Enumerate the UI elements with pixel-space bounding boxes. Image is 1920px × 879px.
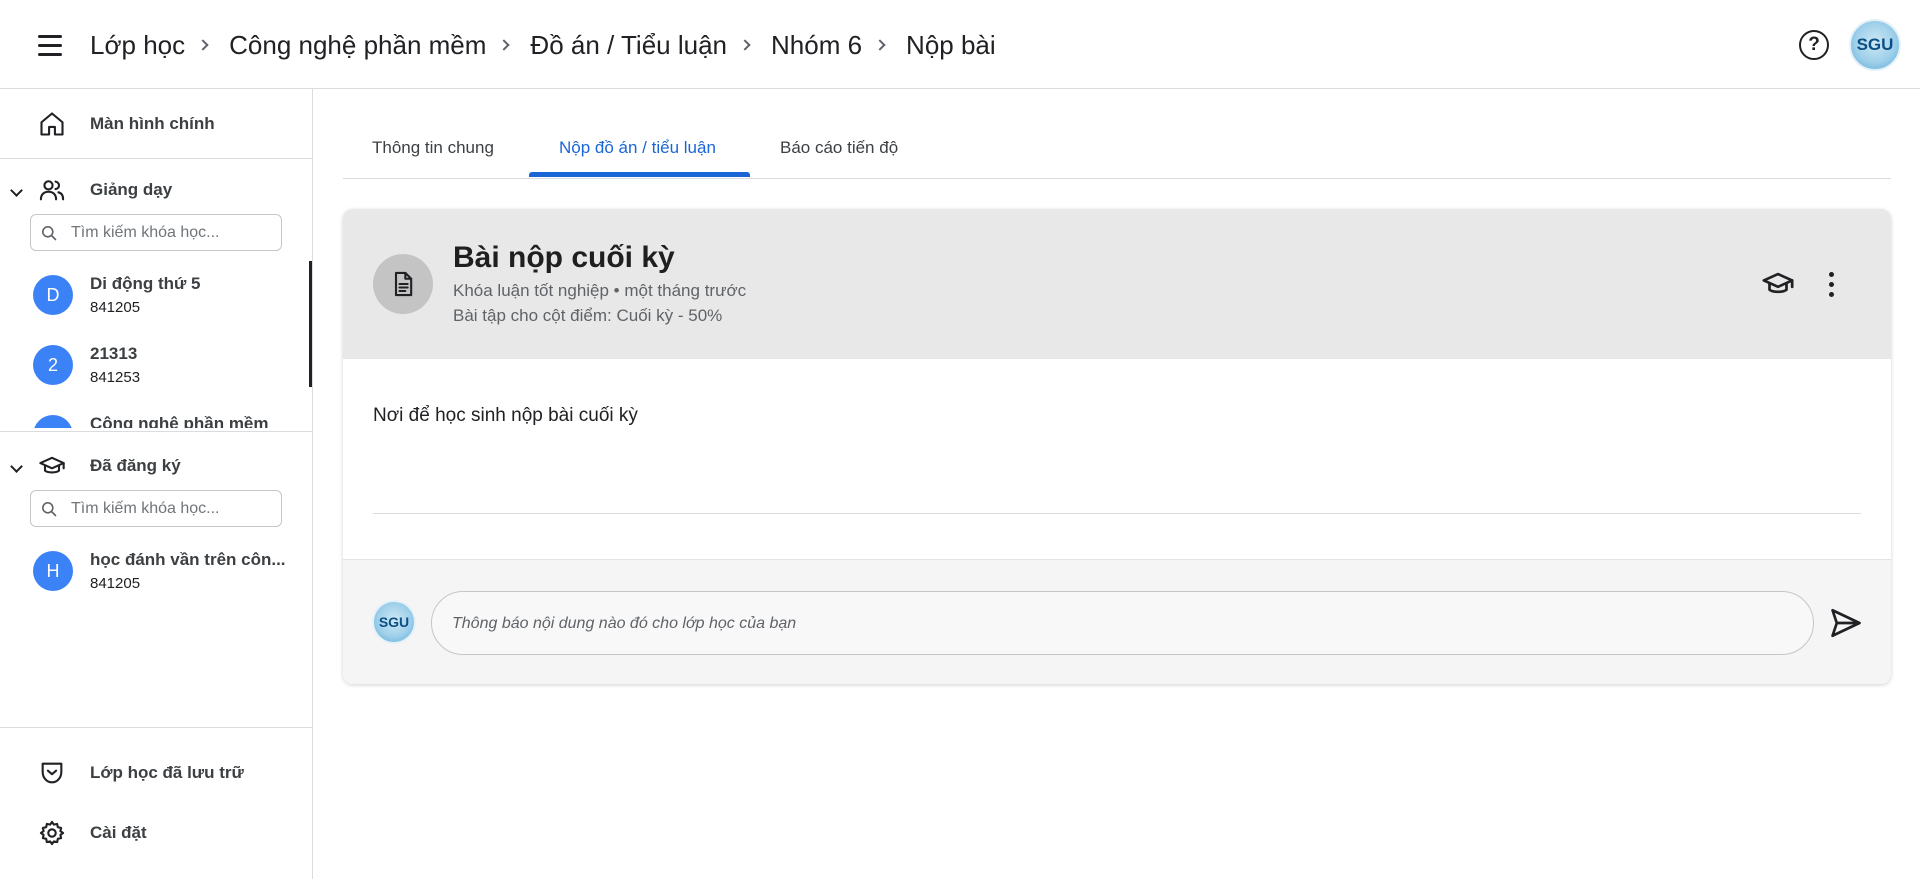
search-icon	[42, 502, 57, 517]
menu-icon[interactable]	[34, 29, 66, 61]
divider	[373, 513, 1861, 514]
course-code: 841205	[90, 575, 141, 592]
breadcrumb: Lớp học Công nghệ phần mềm Đồ án / Tiểu …	[90, 27, 996, 63]
breadcrumb-course[interactable]: Công nghệ phần mềm	[229, 30, 486, 61]
course-avatar: C	[33, 415, 73, 428]
breadcrumb-submit: Nộp bài	[906, 29, 996, 60]
course-avatar: H	[33, 551, 73, 591]
course-name: 21313	[90, 344, 138, 363]
course-name: học đánh vần trên côn...	[90, 550, 286, 569]
course-avatar: D	[33, 275, 73, 315]
course-avatar: 2	[33, 345, 73, 385]
breadcrumb-project[interactable]: Đồ án / Tiểu luận	[530, 30, 727, 61]
user-avatar[interactable]: SGU	[1849, 19, 1901, 71]
home-icon	[40, 111, 64, 136]
sidebar-item-label: Cài đặt	[90, 823, 147, 842]
sidebar-item-course[interactable]: H học đánh vần trên côn... 841205	[0, 536, 312, 606]
assignment-meta: Khóa luận tốt nghiệp • một tháng trước	[453, 281, 747, 300]
sidebar-group-label: Đã đăng ký	[90, 456, 181, 475]
sidebar-item-label: Lớp học đã lưu trữ	[90, 763, 244, 782]
sidebar-item-course[interactable]: 2 21313 841253	[0, 330, 312, 400]
scrollbar[interactable]	[309, 261, 312, 387]
comment-input[interactable]	[452, 611, 1782, 637]
assignment-icon-badge	[373, 254, 433, 314]
course-name: Di động thứ 5	[90, 274, 201, 293]
sidebar-item-course[interactable]: C Công nghệ phần mềm	[0, 400, 312, 428]
divider	[0, 431, 312, 432]
chevron-down-icon	[10, 459, 23, 473]
breadcrumb-classes[interactable]: Lớp học	[90, 30, 185, 61]
comment-field	[431, 591, 1814, 655]
tab-general-info[interactable]: Thông tin chung	[372, 138, 494, 158]
chevron-down-icon	[10, 183, 23, 197]
chevron-right-icon	[498, 39, 511, 51]
top-app-bar: Lớp học Công nghệ phần mềm Đồ án / Tiểu …	[0, 0, 1920, 89]
sidebar-group-teaching[interactable]: Giảng dạy	[0, 170, 312, 210]
course-name: Công nghệ phần mềm	[90, 414, 269, 428]
graduation-cap-icon[interactable]	[1761, 267, 1795, 301]
divider	[0, 727, 312, 728]
teaching-search-input[interactable]	[71, 222, 271, 244]
chevron-right-icon	[197, 39, 209, 51]
help-icon[interactable]: ?	[1799, 30, 1829, 60]
sidebar-item-settings[interactable]: Cài đặt	[0, 811, 312, 855]
tab-bar: Thông tin chung Nộp đồ án / tiểu luận Bá…	[343, 130, 1891, 179]
assignment-card: Bài nộp cuối kỳ Khóa luận tốt nghiệp • m…	[343, 209, 1891, 684]
sidebar-item-label: Màn hình chính	[90, 113, 215, 133]
breadcrumb-group[interactable]: Nhóm 6	[771, 30, 862, 61]
enrolled-search	[30, 490, 282, 527]
document-icon	[394, 271, 413, 297]
more-vert-icon[interactable]	[1821, 267, 1841, 301]
sidebar-item-home[interactable]: Màn hình chính	[0, 89, 312, 159]
assignment-header: Bài nộp cuối kỳ Khóa luận tốt nghiệp • m…	[343, 209, 1891, 359]
tab-submit-project[interactable]: Nộp đồ án / tiểu luận	[559, 138, 716, 158]
search-icon	[42, 226, 57, 241]
sidebar-item-course[interactable]: D Di động thứ 5 841205	[0, 260, 312, 330]
tab-progress-report[interactable]: Báo cáo tiến độ	[780, 138, 898, 158]
assignment-description: Nơi để học sinh nộp bài cuối kỳ	[373, 405, 638, 426]
graduation-cap-icon	[39, 456, 65, 474]
active-tab-indicator	[529, 172, 750, 177]
course-code: 841253	[90, 369, 141, 386]
teaching-search	[30, 214, 282, 251]
avatar: SGU	[372, 600, 416, 644]
gear-icon	[39, 820, 65, 846]
sidebar: Màn hình chính Giảng dạy D Di động thứ 5…	[0, 89, 313, 879]
teaching-course-list: D Di động thứ 5 841205 2 21313 841253 C …	[0, 260, 312, 428]
comment-area: SGU	[343, 559, 1891, 684]
send-icon[interactable]	[1829, 606, 1863, 640]
sidebar-group-label: Giảng dạy	[90, 180, 173, 199]
assignment-grade-column: Bài tập cho cột điểm: Cuối kỳ - 50%	[453, 306, 723, 325]
assignment-title: Bài nộp cuối kỳ	[453, 241, 675, 274]
sidebar-item-archived[interactable]: Lớp học đã lưu trữ	[0, 751, 312, 795]
chevron-right-icon	[739, 39, 751, 51]
course-code: 841205	[90, 299, 141, 316]
archive-icon	[41, 762, 63, 784]
enrolled-search-input[interactable]	[71, 498, 271, 520]
people-icon	[39, 180, 65, 201]
sidebar-group-enrolled[interactable]: Đã đăng ký	[0, 446, 312, 486]
chevron-right-icon	[874, 39, 886, 51]
